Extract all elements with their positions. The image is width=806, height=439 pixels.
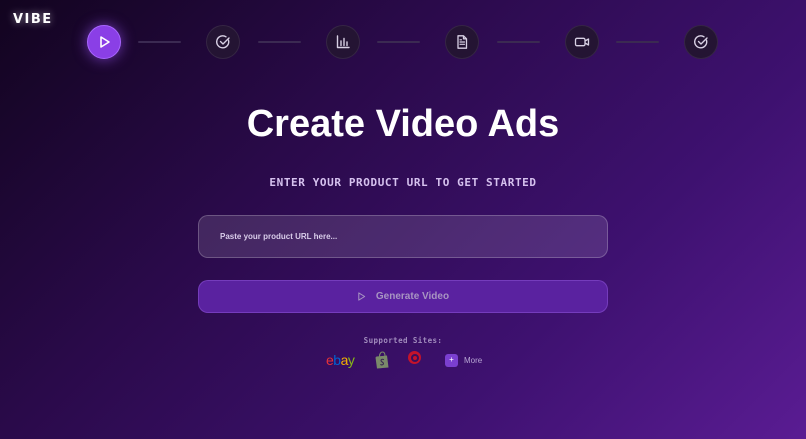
- video-camera-icon: [574, 37, 590, 47]
- generate-video-button[interactable]: Generate Video: [198, 280, 608, 313]
- check-circle-icon: [694, 35, 708, 49]
- app-logo[interactable]: VIBE: [13, 12, 53, 27]
- target-bullseye-icon: [408, 349, 421, 371]
- page-subtitle: ENTER YOUR PRODUCT URL TO GET STARTED: [269, 176, 537, 189]
- step-6-complete[interactable]: [684, 25, 718, 59]
- step-connector: [138, 41, 181, 43]
- more-sites-button[interactable]: + More: [445, 349, 482, 371]
- supported-sites-list: ebay + More: [0, 349, 806, 371]
- step-4-script[interactable]: [445, 25, 479, 59]
- progress-stepper: [87, 25, 719, 61]
- shopify-bag-icon: [374, 349, 390, 371]
- supported-sites-label: Supported Sites:: [363, 336, 443, 345]
- step-3-analytics[interactable]: [326, 25, 360, 59]
- ebay-logo: ebay: [326, 352, 355, 368]
- step-2-check[interactable]: [206, 25, 240, 59]
- product-url-input[interactable]: [198, 215, 608, 258]
- plus-icon: +: [445, 353, 458, 367]
- step-connector: [377, 41, 420, 43]
- step-connector: [616, 41, 659, 43]
- document-icon: [457, 35, 468, 49]
- page-title: Create Video Ads: [246, 103, 560, 145]
- bar-chart-icon: [336, 35, 350, 49]
- more-label: More: [464, 355, 483, 365]
- generate-video-label: Generate Video: [375, 291, 450, 302]
- step-connector: [258, 41, 301, 43]
- step-5-video[interactable]: [565, 25, 599, 59]
- step-connector: [497, 41, 540, 43]
- check-circle-icon: [216, 35, 230, 49]
- play-icon: [358, 292, 366, 301]
- step-1-play[interactable]: [87, 25, 121, 59]
- play-icon: [100, 36, 110, 48]
